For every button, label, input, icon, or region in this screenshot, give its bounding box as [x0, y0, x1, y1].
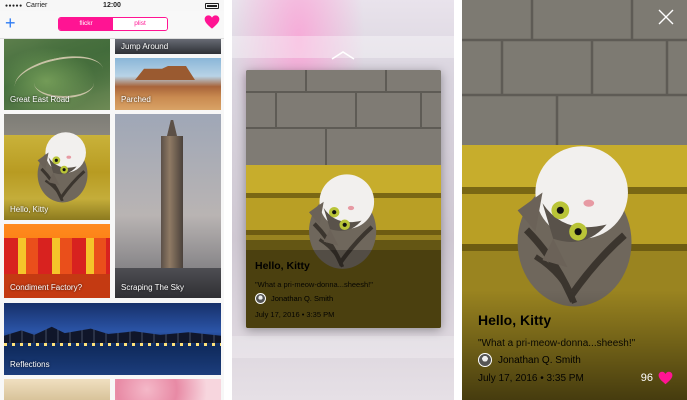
photo-tile[interactable] [4, 379, 110, 400]
road-shape [34, 68, 94, 98]
segment-flickr[interactable]: flickr [59, 18, 113, 30]
tile-caption: Parched [121, 95, 151, 104]
photo-date: July 17, 2016 • 3:35 PM [255, 310, 335, 319]
close-icon[interactable] [657, 8, 675, 26]
tile-caption: Reflections [10, 360, 50, 369]
source-segmented-control[interactable]: flickr plist [58, 17, 168, 31]
screenshot-stage: ●●●●● Carrier 12:00 + flickr plist Great… [0, 0, 687, 400]
heart-icon[interactable] [658, 371, 673, 385]
photo-tile[interactable]: Hello, Kitty [4, 114, 110, 220]
peek-photo-card[interactable]: Hello, Kitty "What a pri-meow-donna...sh… [246, 70, 441, 328]
author-name: Jonathan Q. Smith [498, 354, 581, 366]
skyline-shape [4, 326, 221, 343]
avatar [255, 293, 266, 304]
photo-title: Hello, Kitty [255, 260, 310, 272]
photo-tile[interactable]: Scraping The Sky [115, 114, 221, 298]
photo-scene [246, 70, 441, 328]
photo-title: Hello, Kitty [478, 312, 552, 328]
nav-bar: + flickr plist [0, 11, 224, 39]
cat-illustration [22, 124, 100, 206]
photo-tile[interactable]: Jump Around [115, 38, 221, 54]
like-count: 96 [640, 372, 653, 384]
avatar [478, 353, 492, 367]
photo-tile[interactable]: Great East Road [4, 38, 110, 110]
lights-shape [4, 343, 221, 346]
photo-quote: "What a pri-meow-donna...sheesh!" [255, 280, 373, 289]
heart-icon[interactable] [204, 14, 220, 30]
segment-plist[interactable]: plist [113, 18, 167, 30]
photo-tile[interactable]: Parched [115, 58, 221, 110]
battery-icon [205, 3, 219, 9]
photo-tile[interactable]: Reflections [4, 303, 221, 375]
tile-caption: Condiment Factory? [10, 283, 83, 292]
author-name: Jonathan Q. Smith [271, 294, 334, 303]
photo-quote: "What a pri-meow-donna...sheesh!" [478, 338, 636, 349]
chevron-up-icon[interactable] [331, 50, 355, 60]
author-row: Jonathan Q. Smith [255, 293, 333, 304]
author-row: Jonathan Q. Smith [478, 353, 581, 367]
clock: 12:00 [103, 2, 121, 9]
tile-caption: Scraping The Sky [121, 283, 184, 292]
tile-caption: Hello, Kitty [10, 205, 49, 214]
peek-preview-screen: Hello, Kitty "What a pri-meow-donna...sh… [232, 0, 454, 400]
blurred-background [232, 336, 454, 358]
photo-grid-screen: ●●●●● Carrier 12:00 + flickr plist Great… [0, 0, 224, 400]
plus-icon[interactable]: + [5, 14, 16, 32]
like-control[interactable]: 96 [641, 371, 673, 385]
facade-shape [4, 238, 110, 274]
photo-tile[interactable] [115, 379, 221, 400]
mesa-shape [135, 66, 195, 80]
photo-date: July 17, 2016 • 3:35 PM [478, 373, 584, 384]
photo-detail-screen: Hello, Kitty "What a pri-meow-donna...sh… [462, 0, 687, 400]
tile-caption: Jump Around [121, 42, 169, 51]
tile-caption: Great East Road [10, 95, 70, 104]
photo-tile[interactable]: Condiment Factory? [4, 224, 110, 298]
